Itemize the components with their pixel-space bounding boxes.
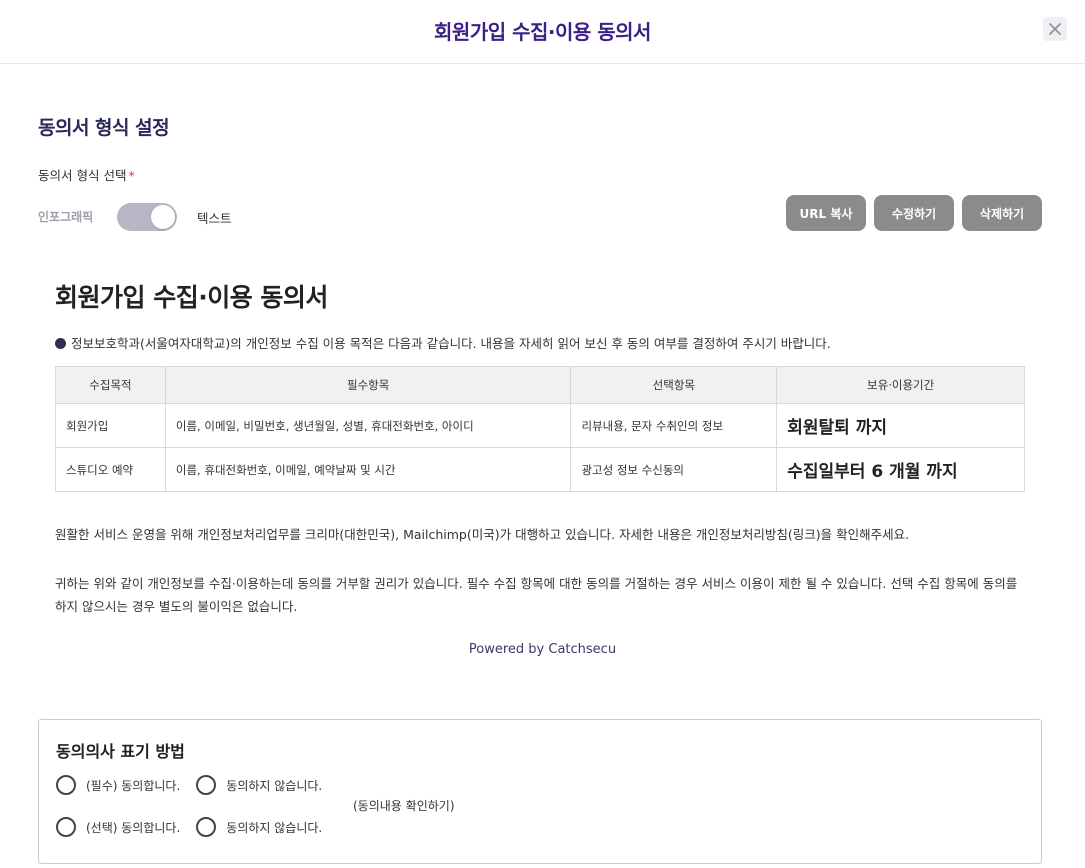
required-consent-row: (필수) 동의합니다. 동의하지 않습니다. (56, 775, 322, 795)
consent-method-box: 동의의사 표기 방법 (필수) 동의합니다. 동의하지 않습니다. (선택) 동… (38, 719, 1042, 864)
document-intro: 정보보호학과(서울여자대학교)의 개인정보 수집 이용 목적은 다음과 같습니다… (55, 333, 831, 352)
table-cell: 스튜디오 예약 (55, 447, 166, 492)
required-agree-label: (필수) 동의합니다. (86, 778, 181, 793)
optional-agree-radio[interactable] (56, 817, 76, 837)
table-header: 보유·이용기간 (776, 366, 1025, 404)
table-cell: 이름, 휴대전화번호, 이메일, 예약날짜 및 시간 (164, 447, 572, 492)
document-intro-text: 정보보호학과(서울여자대학교)의 개인정보 수집 이용 목적은 다음과 같습니다… (71, 336, 831, 351)
required-agree-radio[interactable] (56, 775, 76, 795)
required-disagree-label: 동의하지 않습니다. (226, 778, 323, 793)
table-cell: 이름, 이메일, 비밀번호, 생년월일, 성별, 휴대전화번호, 아이디 (164, 403, 572, 448)
table-header: 필수항목 (164, 366, 572, 404)
toggle-option-infographic: 인포그래픽 (38, 210, 94, 224)
outsourcing-paragraph: 원활한 서비스 운영을 위해 개인정보처리업무를 크리마(대한민국), Mail… (55, 527, 910, 542)
section-title: 동의서 형식 설정 (38, 117, 170, 139)
required-mark: * (128, 168, 135, 183)
view-consent-link[interactable]: (동의내용 확인하기) (353, 797, 455, 814)
consent-method-title: 동의의사 표기 방법 (56, 742, 185, 761)
table-header: 수집목적 (55, 366, 166, 404)
close-button[interactable] (1043, 17, 1067, 41)
close-icon (1049, 23, 1061, 35)
edit-button[interactable]: 수정하기 (874, 195, 954, 231)
table-header-row: 수집목적 필수항목 선택항목 보유·이용기간 (55, 366, 1025, 404)
optional-agree-label: (선택) 동의합니다. (86, 820, 181, 835)
modal-header: 회원가입 수집·이용 동의서 (0, 0, 1085, 64)
url-copy-button[interactable]: URL 복사 (786, 195, 866, 231)
optional-disagree-label: 동의하지 않습니다. (226, 820, 323, 835)
modal-title: 회원가입 수집·이용 동의서 (434, 20, 651, 44)
table-cell: 광고성 정보 수신동의 (570, 447, 778, 492)
toggle-knob (151, 205, 175, 229)
required-disagree-radio[interactable] (196, 775, 217, 795)
table-cell: 회원가입 (55, 403, 166, 448)
table-cell: 수집일부터 6 개월 까지 (776, 447, 1025, 492)
format-toggle[interactable] (117, 203, 177, 231)
table-cell: 리뷰내용, 문자 수취인의 정보 (570, 403, 778, 448)
powered-by: Powered by Catchsecu (468, 642, 617, 657)
table-header: 선택항목 (570, 366, 778, 404)
bullet-icon (55, 338, 66, 349)
delete-button[interactable]: 삭제하기 (962, 195, 1042, 231)
toggle-option-text: 텍스트 (197, 211, 232, 226)
optional-disagree-radio[interactable] (196, 817, 217, 837)
refusal-paragraph: 귀하는 위와 같이 개인정보를 수집·이용하는데 동의를 거부할 권리가 있습니… (55, 576, 1018, 614)
table-cell: 회원탈퇴 까지 (776, 403, 1025, 448)
optional-consent-row: (선택) 동의합니다. 동의하지 않습니다. (56, 817, 322, 837)
table-row: 회원가입 이름, 이메일, 비밀번호, 생년월일, 성별, 휴대전화번호, 아이… (55, 403, 1025, 448)
consent-table: 수집목적 필수항목 선택항목 보유·이용기간 회원가입 이름, 이메일, 비밀번… (55, 366, 1025, 492)
format-field-label: 동의서 형식 선택 * (38, 165, 135, 184)
document-title: 회원가입 수집·이용 동의서 (55, 283, 328, 312)
format-field-label-text: 동의서 형식 선택 (38, 168, 127, 183)
table-row: 스튜디오 예약 이름, 휴대전화번호, 이메일, 예약날짜 및 시간 광고성 정… (55, 447, 1025, 492)
